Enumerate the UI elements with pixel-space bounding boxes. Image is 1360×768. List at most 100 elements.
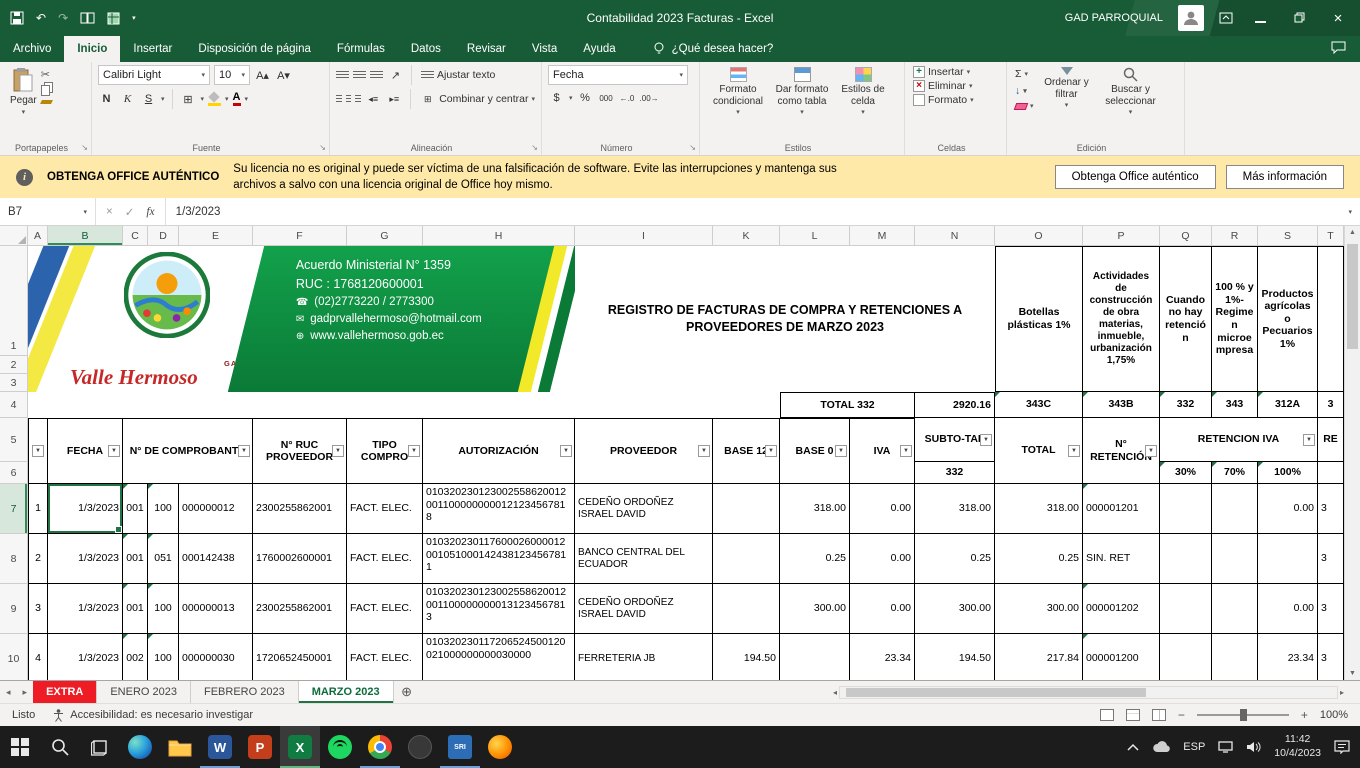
chrome-icon[interactable] [360,726,400,768]
taskbar-clock[interactable]: 11:42 10/4/2023 [1274,733,1321,760]
cell-T10[interactable]: 3 [1318,634,1344,680]
cell-B9[interactable]: 1/3/2023 [48,584,123,634]
cell-N8[interactable]: 0.25 [915,534,995,584]
cell-N7[interactable]: 318.00 [915,484,995,534]
row-header-1[interactable]: 1 [0,246,28,356]
sheet-tab-febrero[interactable]: FEBRERO 2023 [191,681,299,703]
row-header-8[interactable]: 8 [0,534,28,584]
comma-format-icon[interactable]: 000 [598,89,615,107]
cell-M9[interactable]: 0.00 [850,584,915,634]
excel-taskbar-icon[interactable]: X [280,726,320,768]
cell-I8[interactable]: BANCO CENTRAL DEL ECUADOR [575,534,713,584]
header-base0[interactable]: BASE 0▼ [780,418,850,484]
col-header-T[interactable]: T [1318,226,1344,246]
notification-center-icon[interactable] [1334,740,1350,754]
get-genuine-button[interactable]: Obtenga Office auténtico [1055,165,1216,189]
cell-K7[interactable] [713,484,780,534]
dialog-launcher-icon[interactable]: ↘ [531,143,538,152]
cell-Q7[interactable] [1160,484,1212,534]
cell-H7[interactable]: 0103202301230025586200120011000000000121… [423,484,575,534]
close-button[interactable]: × [1326,11,1350,26]
tab-insertar[interactable]: Insertar [120,36,185,62]
sheet-icon[interactable] [107,12,120,25]
cell-I9[interactable]: CEDEÑO ORDOÑEZ ISRAEL DAVID [575,584,713,634]
tab-disposicion[interactable]: Disposición de página [185,36,324,62]
cell-E10[interactable]: 000000030 [179,634,253,680]
col-header-A[interactable]: A [28,226,48,246]
cell-K10[interactable]: 194.50 [713,634,780,680]
firefox-icon[interactable] [480,726,520,768]
cell-total-value[interactable]: 2920.16 [915,392,995,418]
cell-R7[interactable] [1212,484,1258,534]
cell-L7[interactable]: 318.00 [780,484,850,534]
borders-icon[interactable]: ⊞ [180,90,197,108]
cell-B7-selected[interactable]: 1/3/2023 [48,484,123,534]
filter-dropdown-icon[interactable]: ▼ [1303,434,1315,446]
cell-I10[interactable]: FERRETERIA JB [575,634,713,680]
more-info-button[interactable]: Más información [1226,165,1344,189]
cell-A9[interactable]: 3 [28,584,48,634]
cell-code-343B[interactable]: 343B [1083,392,1160,418]
cell-S8[interactable] [1258,534,1318,584]
wrap-text-button[interactable]: Ajustar texto [419,68,497,82]
decrease-indent-icon[interactable]: ◂≡ [365,90,382,108]
cell-N10[interactable]: 194.50 [915,634,995,680]
grow-font-icon[interactable]: A▴ [254,66,271,84]
header-comprobante[interactable]: N° DE COMPROBANTE▼ [123,418,253,484]
cell-C9[interactable]: 001 [123,584,148,634]
cell-E9[interactable]: 000000013 [179,584,253,634]
col-header-H[interactable]: H [423,226,575,246]
filter-dropdown-icon[interactable]: ▼ [980,434,992,446]
cell-I7[interactable]: CEDEÑO ORDOÑEZ ISRAEL DAVID [575,484,713,534]
col-header-D[interactable]: D [148,226,179,246]
cut-icon[interactable]: ✂ [41,68,52,81]
select-all-corner[interactable] [0,226,28,246]
hscroll-left-icon[interactable]: ◂ [833,688,837,697]
cell-Q8[interactable] [1160,534,1212,584]
cell-D7[interactable]: 100 [148,484,179,534]
format-as-table-button[interactable]: Dar formato como tabla▾ [770,65,834,139]
avatar[interactable] [1178,5,1204,31]
cell-R8[interactable] [1212,534,1258,584]
cell-K8[interactable] [713,534,780,584]
view-page-layout-icon[interactable] [1126,709,1140,721]
dialog-launcher-icon[interactable]: ↘ [689,143,696,152]
filter-dropdown-icon[interactable]: ▼ [408,445,420,457]
col-header-P[interactable]: P [1083,226,1160,246]
filter-dropdown-icon[interactable]: ▼ [698,445,710,457]
align-center-icon[interactable] [346,95,352,104]
filter-dropdown-icon[interactable]: ▼ [835,445,847,457]
col-header-Q[interactable]: Q [1160,226,1212,246]
cell-G10[interactable]: FACT. ELEC. [347,634,423,680]
header-retencion[interactable]: N° RETENCIÓN▼ [1083,418,1160,484]
cell-Q10[interactable] [1160,634,1212,680]
ribbon-display-options-icon[interactable] [1219,12,1233,24]
cell-K9[interactable] [713,584,780,634]
cell-H8[interactable]: 0103202301176000260000120010510001424381… [423,534,575,584]
accounting-format-icon[interactable]: $ [548,89,565,107]
zoom-slider-thumb[interactable] [1240,709,1247,721]
cell-code-312A[interactable]: 312A [1258,392,1318,418]
row-header-2[interactable]: 2 [0,356,28,374]
cell-G8[interactable]: FACT. ELEC. [347,534,423,584]
cell-L9[interactable]: 300.00 [780,584,850,634]
decrease-decimal-icon[interactable]: .00→ [640,89,659,107]
font-color-icon[interactable]: A [233,92,241,106]
comments-icon[interactable] [1331,41,1346,57]
header-autorizacion[interactable]: AUTORIZACIÓN▼ [423,418,575,484]
col-header-B[interactable]: B [48,226,123,246]
col-header-E[interactable]: E [179,226,253,246]
save-icon[interactable] [10,11,24,25]
expand-formula-bar-icon[interactable]: ▾ [1340,198,1360,225]
conditional-format-button[interactable]: Formato condicional▾ [706,65,770,139]
row-header-5[interactable]: 5 [0,418,28,462]
number-format-combo[interactable]: Fecha▾ [548,65,688,85]
zoom-out-icon[interactable]: − [1178,708,1185,722]
cell-G9[interactable]: FACT. ELEC. [347,584,423,634]
sort-filter-button[interactable]: Ordenar y filtrar▾ [1036,65,1098,139]
cell-O9[interactable]: 300.00 [995,584,1083,634]
bold-button[interactable]: N [98,90,115,108]
increase-decimal-icon[interactable]: ←.0 [619,89,636,107]
filter-dropdown-icon[interactable]: ▼ [238,445,250,457]
task-view-button[interactable] [80,726,120,768]
